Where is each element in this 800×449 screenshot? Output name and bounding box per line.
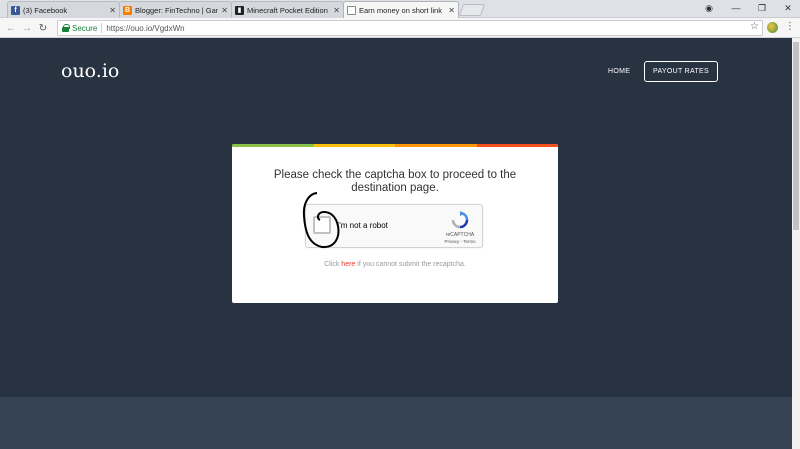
color-stripe xyxy=(395,144,477,147)
minecraft-icon: ▮ xyxy=(235,5,244,15)
tab-title: Minecraft Pocket Edition xyxy=(247,5,328,15)
hint-suffix: if you cannot submit the recaptcha. xyxy=(355,261,466,268)
captcha-checkbox[interactable] xyxy=(313,216,331,234)
footer-band xyxy=(0,397,792,449)
recaptcha-logo-icon xyxy=(451,211,469,229)
tab-blogger[interactable]: B Blogger: FinTechno | Gam ✕ xyxy=(119,1,232,18)
close-tab-icon[interactable]: ✕ xyxy=(221,6,228,15)
captcha-card: Please check the captcha box to proceed … xyxy=(232,144,558,303)
back-icon[interactable]: ← xyxy=(4,21,18,35)
recaptcha-terms-link[interactable]: Privacy - Terms xyxy=(437,239,483,244)
minimize-icon[interactable]: — xyxy=(724,0,748,16)
address-bar[interactable]: Secure https://ouo.io/VgdxWn xyxy=(57,20,763,36)
extension-icon[interactable] xyxy=(767,22,778,33)
forward-icon[interactable]: → xyxy=(20,21,34,35)
reload-icon[interactable]: ↻ xyxy=(36,21,50,35)
close-tab-icon[interactable]: ✕ xyxy=(448,6,455,15)
close-tab-icon[interactable]: ✕ xyxy=(109,6,116,15)
blogger-icon: B xyxy=(123,5,132,15)
divider xyxy=(101,23,103,33)
lock-icon xyxy=(62,24,70,32)
payout-rates-button[interactable]: PAYOUT RATES xyxy=(644,61,718,82)
tab-strip: f (3) Facebook ✕ B Blogger: FinTechno | … xyxy=(0,0,800,19)
captcha-message: Please check the captcha box to proceed … xyxy=(273,169,517,194)
restore-icon[interactable]: ❐ xyxy=(750,0,774,16)
hint-prefix: Click xyxy=(324,261,342,268)
not-robot-label: I'm not a robot xyxy=(337,221,388,230)
page-content: ouo.io HOME PAYOUT RATES Please check th… xyxy=(0,38,792,449)
page-icon xyxy=(347,6,356,15)
menu-icon[interactable]: ⋮ xyxy=(785,21,795,32)
secure-label: Secure xyxy=(72,23,98,33)
close-tab-icon[interactable]: ✕ xyxy=(333,6,340,15)
tab-facebook[interactable]: f (3) Facebook ✕ xyxy=(7,1,120,18)
tab-title: (3) Facebook xyxy=(23,5,68,15)
browser-toolbar: ← → ↻ Secure https://ouo.io/VgdxWn ☆ ⋮ xyxy=(0,18,800,38)
fallback-hint: Click here if you cannot submit the reca… xyxy=(252,261,538,268)
tab-title: Blogger: FinTechno | Gam xyxy=(135,5,219,15)
recaptcha-widget: I'm not a robot reCAPTCHA Privacy - Term… xyxy=(305,204,483,248)
url-text: https://ouo.io/VgdxWn xyxy=(106,23,185,33)
site-logo[interactable]: ouo.io xyxy=(61,60,119,82)
nav-home-link[interactable]: HOME xyxy=(608,68,630,75)
fallback-here-link[interactable]: here xyxy=(341,261,355,268)
close-window-icon[interactable]: ✕ xyxy=(776,0,800,16)
new-tab-button[interactable] xyxy=(458,4,486,16)
scrollbar-thumb[interactable] xyxy=(793,42,799,230)
facebook-icon: f xyxy=(11,5,20,15)
color-stripe xyxy=(314,144,395,147)
tab-active-ouo[interactable]: Earn money on short link ✕ xyxy=(343,1,459,19)
tab-minecraft[interactable]: ▮ Minecraft Pocket Edition ✕ xyxy=(231,1,344,18)
bookmark-star-icon[interactable]: ☆ xyxy=(750,21,759,32)
color-stripe xyxy=(232,144,314,147)
tab-title: Earn money on short link xyxy=(359,6,442,15)
color-stripe xyxy=(477,144,558,147)
recaptcha-name: reCAPTCHA xyxy=(445,232,475,238)
profile-icon[interactable]: ◉ xyxy=(697,0,721,16)
